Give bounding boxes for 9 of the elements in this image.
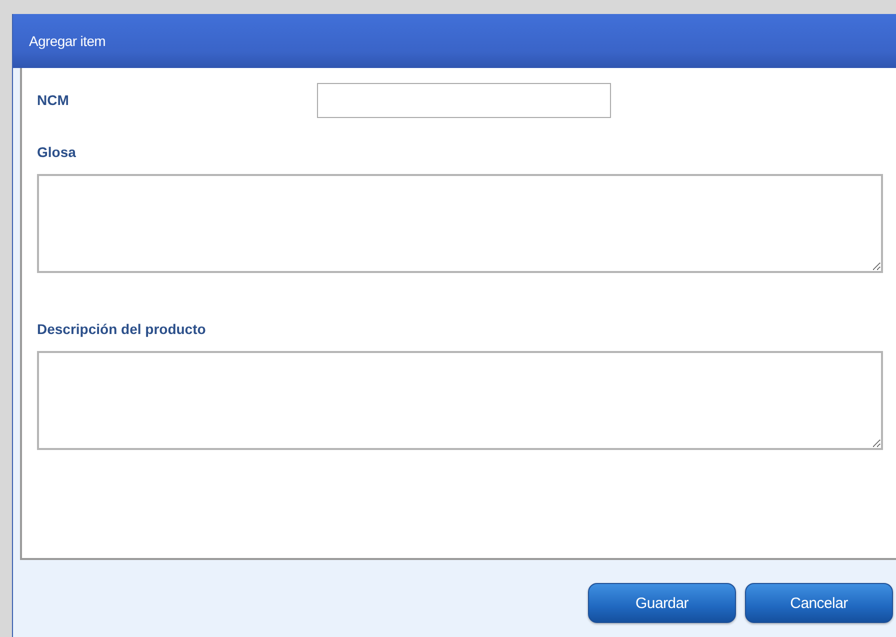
field-label: Descripción del producto — [37, 321, 207, 337]
field-label: NCM — [37, 92, 70, 108]
dialog-button[interactable]: Cancelar — [745, 583, 893, 623]
dialog-button[interactable]: Guardar — [588, 583, 736, 623]
field-label: Glosa — [37, 144, 77, 160]
text-area[interactable] — [37, 351, 883, 450]
text-area[interactable] — [37, 174, 883, 273]
window-title: Agregar item — [29, 33, 106, 49]
input-field[interactable] — [317, 82, 611, 118]
